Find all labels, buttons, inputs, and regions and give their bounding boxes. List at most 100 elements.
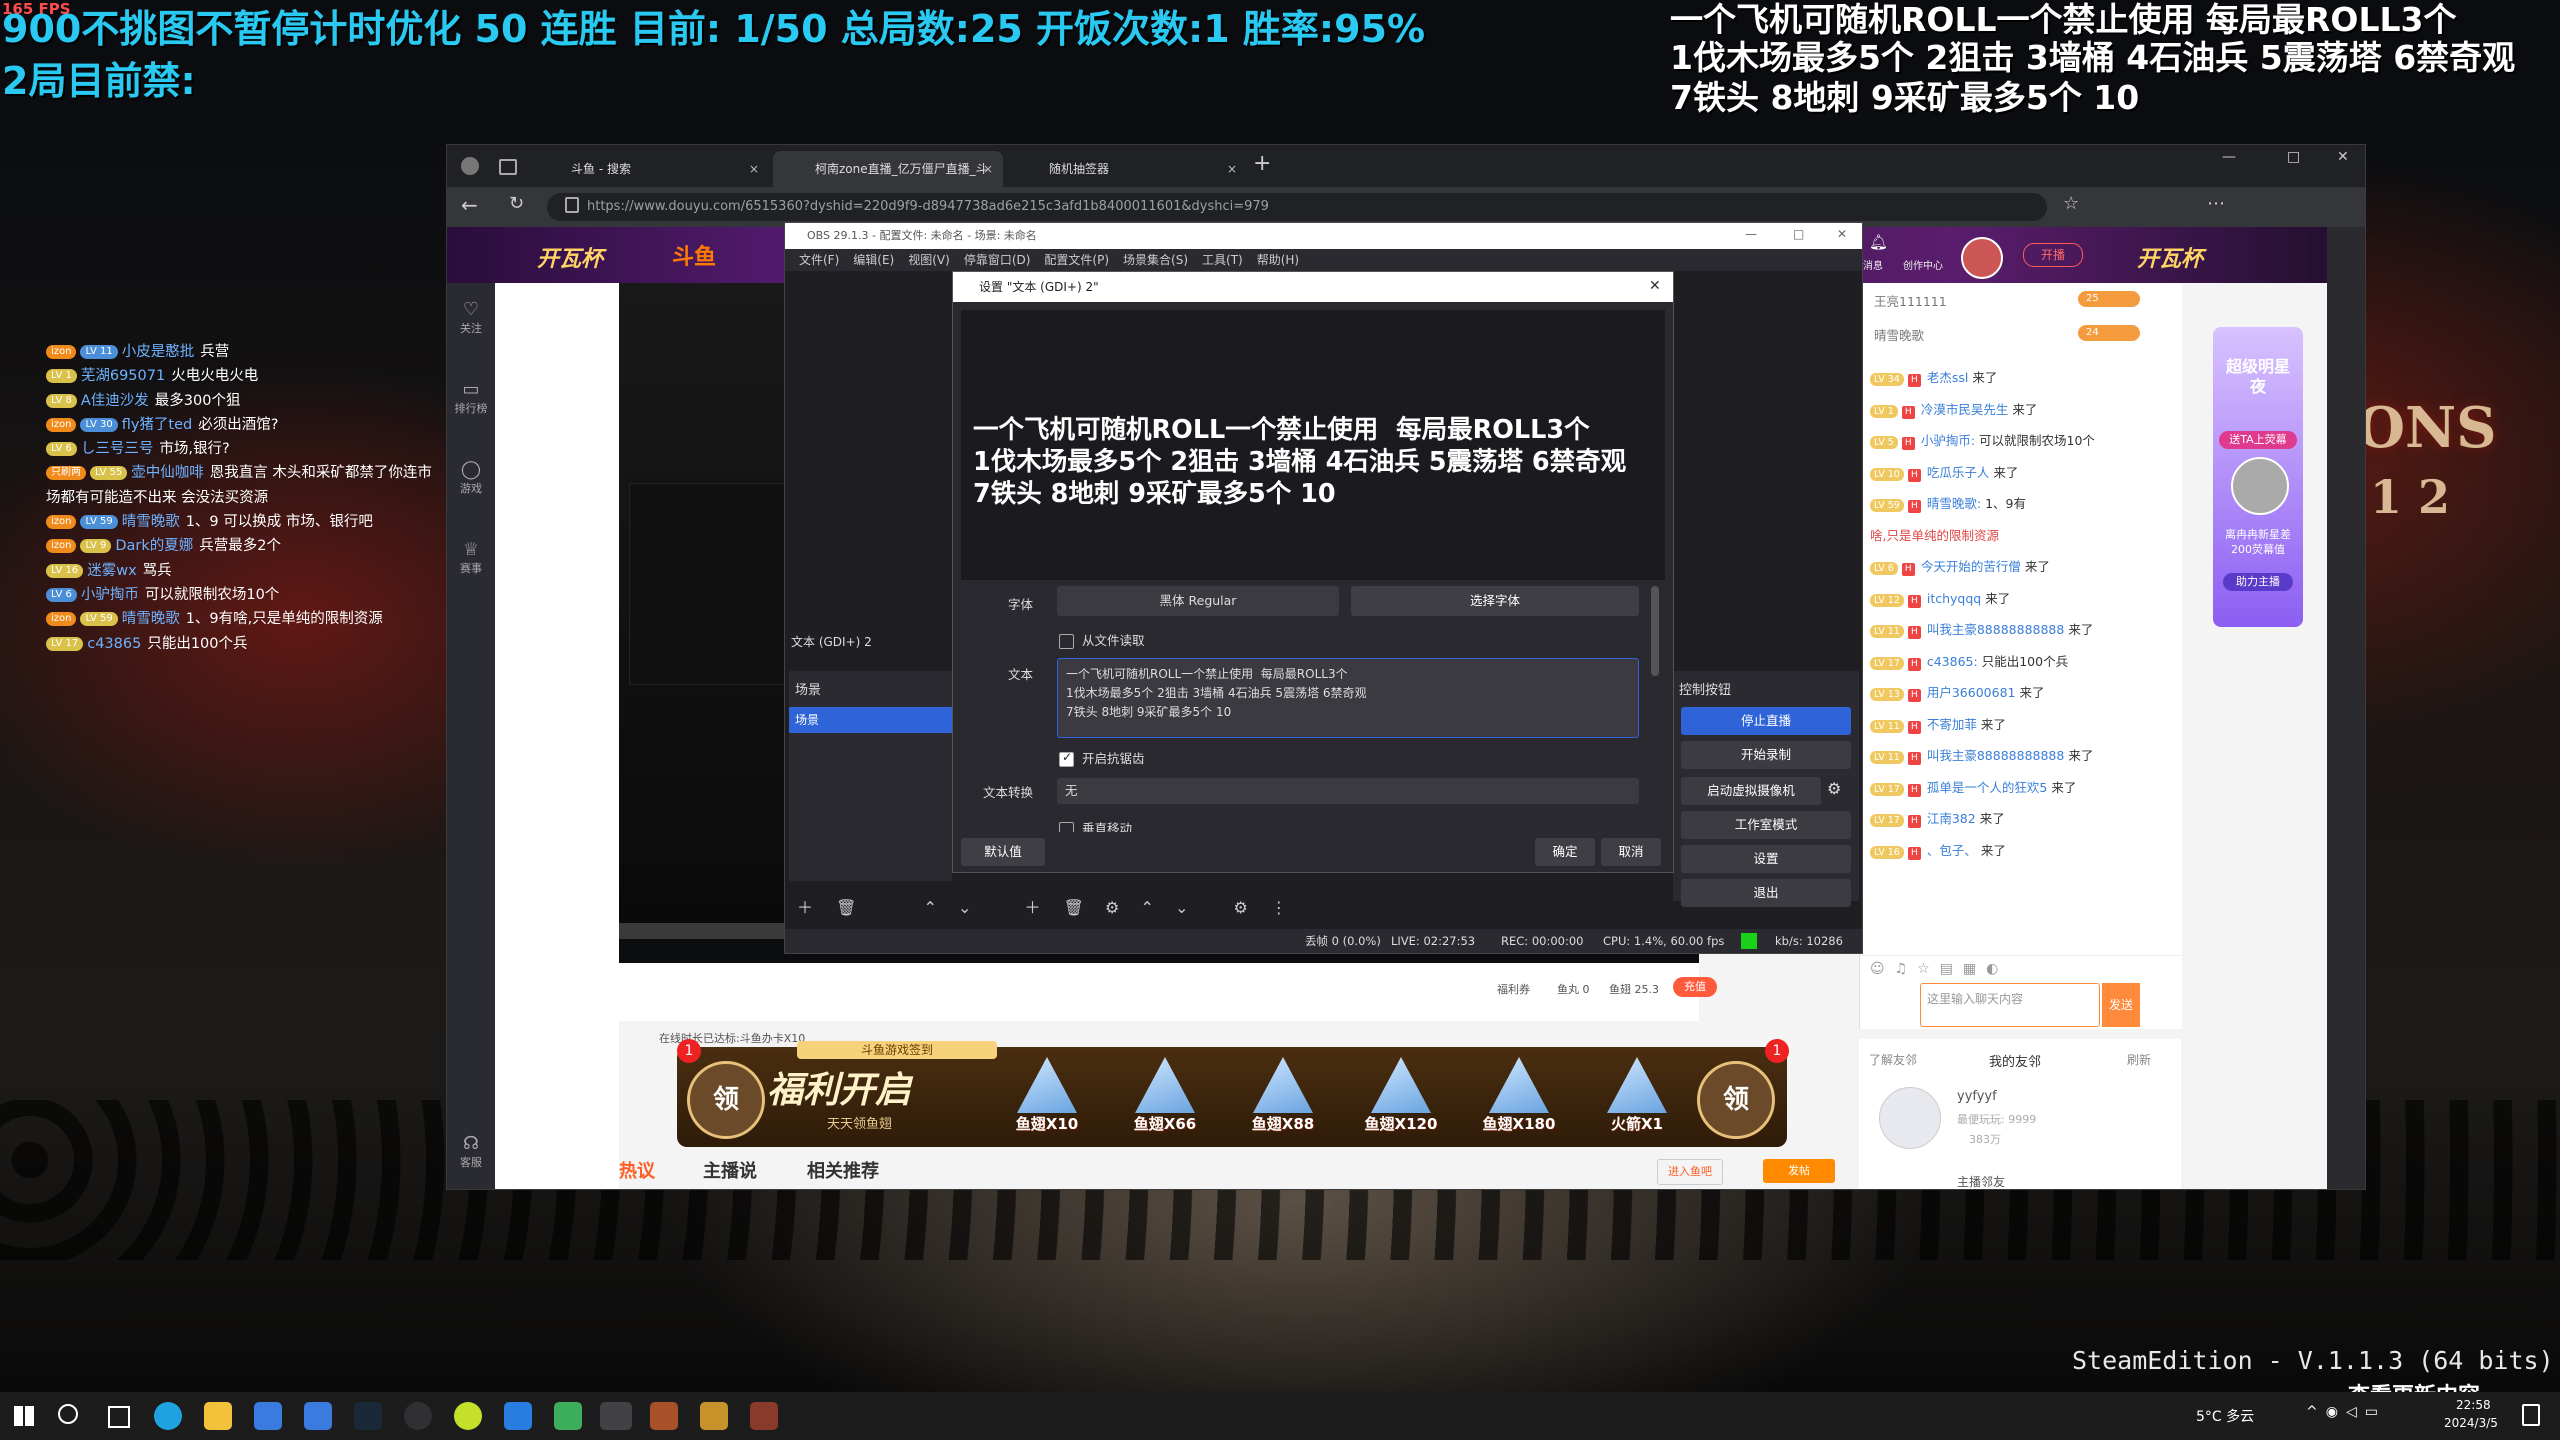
recharge-button[interactable]: 充值: [1673, 977, 1717, 997]
chat-nick[interactable]: 冷漠市民吴先生: [1921, 402, 2009, 417]
side-event-help[interactable]: 助力主播: [2223, 573, 2293, 591]
url-field[interactable]: https://www.douyu.com/6515360?dyshid=220…: [547, 193, 2047, 221]
mail-icon[interactable]: [304, 1402, 332, 1430]
footer-fishball[interactable]: 鱼丸 0: [1557, 981, 1590, 997]
virtual-camera-button[interactable]: 启动虚拟摄像机: [1681, 777, 1821, 805]
defaults-button[interactable]: 默认值: [961, 838, 1045, 866]
chat-nick[interactable]: 吃瓜乐子人: [1927, 465, 1990, 480]
tab-douyu[interactable]: 柯南zone直播_亿万僵尸直播_斗 ×: [773, 151, 1003, 187]
scene-item[interactable]: 场景: [789, 707, 952, 733]
source-settings-icon[interactable]: ⚙: [1105, 898, 1119, 917]
start-stream-button[interactable]: 开播: [2023, 243, 2083, 267]
bell-icon[interactable]: 🔔︎: [1869, 233, 1888, 251]
system-tray[interactable]: ^◉◁▭: [2306, 1404, 2386, 1420]
footer-welfare[interactable]: 福利券: [1497, 981, 1530, 997]
exit-button[interactable]: 退出: [1681, 879, 1851, 907]
source-up-icon[interactable]: ⌃: [1140, 898, 1153, 917]
from-file-checkbox[interactable]: 从文件读取: [1059, 630, 1145, 649]
obs-close[interactable]: ✕: [1837, 227, 1847, 241]
obs-menu-item[interactable]: 停靠窗口(D): [964, 253, 1031, 267]
game-icon-1[interactable]: [650, 1402, 678, 1430]
notification-icon[interactable]: [2522, 1404, 2540, 1426]
profile-icon[interactable]: [461, 157, 479, 175]
clock-date[interactable]: 2024/3/5: [2444, 1416, 2498, 1430]
promo-item[interactable]: 鱼翅X180: [1477, 1057, 1561, 1139]
friends-tab-mine[interactable]: 我的友邻: [1989, 1051, 2041, 1070]
back-icon[interactable]: ←: [461, 193, 478, 217]
side-event-card[interactable]: 超级明星夜 送TA上荧幕 离冉冉新星差200荧幕值 助力主播: [2213, 327, 2303, 627]
virtual-camera-gear-icon[interactable]: ⚙: [1827, 779, 1849, 803]
move-down-icon[interactable]: ⌄: [958, 898, 971, 917]
friends-tab-learn[interactable]: 了解友邻: [1869, 1051, 1917, 1068]
tab-close-icon[interactable]: ×: [749, 151, 759, 187]
app-icon-blue[interactable]: [504, 1402, 532, 1430]
chat-nick[interactable]: 叫我主豪88888888888: [1927, 748, 2064, 763]
chat-nick[interactable]: 江南382: [1927, 811, 1976, 826]
promo-item[interactable]: 鱼翅X120: [1359, 1057, 1443, 1139]
nav-game[interactable]: ◯ 游戏: [447, 459, 495, 496]
chat-input[interactable]: 这里输入聊天内容: [1920, 983, 2100, 1027]
promo-item[interactable]: 鱼翅X10: [1005, 1057, 1089, 1139]
extensions-icon[interactable]: ⋯: [2207, 193, 2225, 214]
text-input[interactable]: 一个飞机可随机ROLL一个禁止使用 每局最ROLL3个 1伐木场最多5个 2狙击…: [1057, 658, 1639, 738]
header-creator[interactable]: 创作中心: [1903, 257, 1943, 272]
chat-nick[interactable]: 今天开始的苦行僧: [1921, 559, 2021, 574]
chat-nick[interactable]: 小驴掏币:: [1921, 433, 1975, 448]
avatar[interactable]: [1961, 237, 2003, 279]
transform-select[interactable]: 无: [1057, 778, 1639, 804]
promo-item[interactable]: 火箭X1: [1595, 1057, 1679, 1139]
tab-close-icon[interactable]: ×: [983, 151, 993, 187]
mixer-menu-icon[interactable]: ⋮: [1271, 898, 1287, 917]
obs-max[interactable]: □: [1793, 227, 1804, 241]
nav-rank[interactable]: ▭ 排行榜: [447, 379, 495, 416]
friend-name[interactable]: yyfyyf: [1957, 1089, 1997, 1104]
obs-menu-item[interactable]: 编辑(E): [853, 253, 894, 267]
tab-search[interactable]: 斗鱼 - 搜索 ×: [529, 151, 769, 187]
mixer-settings-icon[interactable]: ⚙: [1233, 898, 1247, 917]
game-icon-2[interactable]: [700, 1402, 728, 1430]
close-button[interactable]: ✕: [2337, 149, 2349, 165]
chat-nick[interactable]: 、包子、: [1927, 843, 1977, 858]
game-update-link[interactable]: 查看更新内容: [2348, 1378, 2480, 1392]
vertical-checkbox[interactable]: 垂直移动: [1059, 818, 1132, 832]
friend2-name[interactable]: 主播邻友: [1957, 1173, 2005, 1189]
send-button[interactable]: 发送: [2102, 983, 2140, 1027]
workspace-icon[interactable]: [499, 159, 517, 175]
studio-mode-button[interactable]: 工作室模式: [1681, 811, 1851, 839]
minimize-button[interactable]: —: [2222, 149, 2236, 165]
search-icon[interactable]: [58, 1404, 78, 1424]
promo-claim-right[interactable]: 领: [1697, 1061, 1775, 1139]
stop-streaming-button[interactable]: 停止直播: [1681, 707, 1851, 735]
chat-nick[interactable]: 不寄加菲: [1927, 717, 1977, 732]
remove-scene-icon[interactable]: 🗑︎: [836, 898, 856, 917]
footer-fin[interactable]: 鱼翅 25.3: [1609, 981, 1659, 997]
tab-close-icon[interactable]: ×: [1227, 151, 1237, 187]
obs-menu-item[interactable]: 帮助(H): [1257, 253, 1299, 267]
source-down-icon[interactable]: ⌄: [1175, 898, 1188, 917]
antialias-checkbox[interactable]: ✓ 开启抗锯齿: [1059, 748, 1145, 767]
nav-esports[interactable]: ♕ 赛事: [447, 539, 495, 576]
nav-follow[interactable]: ♡ 关注: [447, 299, 495, 336]
edge-icon[interactable]: [154, 1402, 182, 1430]
remove-source-icon[interactable]: 🗑︎: [1064, 898, 1084, 917]
favorite-icon[interactable]: ☆: [2063, 193, 2079, 214]
post-button[interactable]: 发帖: [1763, 1159, 1835, 1183]
chat-nick[interactable]: 用户36600681: [1927, 685, 2016, 700]
chat-nick[interactable]: 老杰ssl: [1927, 370, 1969, 385]
clock-time[interactable]: 22:58: [2456, 1398, 2491, 1412]
select-font-button[interactable]: 选择字体: [1351, 586, 1639, 616]
chat-nick[interactable]: c43865:: [1927, 654, 1978, 669]
tab-hot[interactable]: 热议: [619, 1157, 655, 1183]
side-event-button[interactable]: 送TA上荧幕: [2219, 431, 2297, 449]
nav-service[interactable]: ☊ 客服: [447, 1133, 495, 1170]
weather-widget[interactable]: 5°C 多云: [2196, 1406, 2254, 1426]
lock-icon[interactable]: [565, 197, 579, 213]
obs-menu-item[interactable]: 文件(F): [799, 253, 839, 267]
signin-promo-banner[interactable]: 斗鱼游戏签到 领 1 福利开启 天天领鱼翅 鱼翅X10 鱼翅X66 鱼翅X88 鱼翅X…: [677, 1039, 1789, 1147]
friends-refresh[interactable]: 刷新: [2127, 1051, 2151, 1068]
reload-icon[interactable]: ↻: [509, 193, 524, 214]
store-icon[interactable]: [254, 1402, 282, 1430]
ok-button[interactable]: 确定: [1535, 838, 1595, 866]
move-up-icon[interactable]: ⌃: [924, 898, 937, 917]
chat-nick[interactable]: itchyqqq: [1927, 591, 1981, 606]
